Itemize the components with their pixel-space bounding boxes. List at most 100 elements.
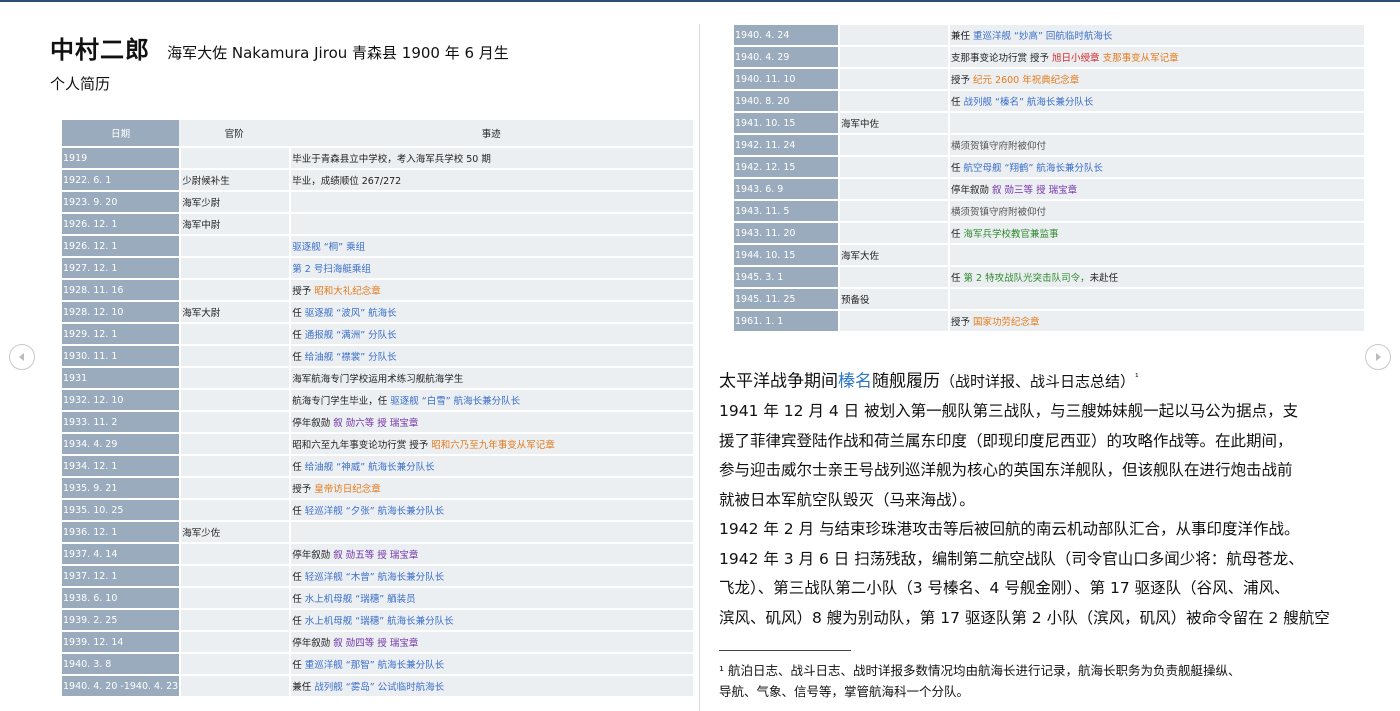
row-rank [179, 588, 290, 608]
row-event: 昭和六至九年事变论功行赏 授予 昭和六乃至九年事变从军记章 [289, 434, 693, 454]
event-segment: 停年叙勋 [951, 185, 993, 196]
row-date: 1943. 11. 20 [734, 223, 838, 243]
row-event: 任 驱逐舰 “波风” 航海长 [289, 302, 693, 322]
career-table-right: 1940. 4. 24 兼任 重巡洋舰 “妙高” 回航临时航海长 1940. 4. … [734, 23, 1364, 333]
table-row: 1926. 12. 1 驱逐舰 “桐” 乘组 [62, 236, 693, 256]
row-rank [179, 236, 290, 256]
table-row: 1937. 12. 1 任 轻巡洋舰 “木曾” 航海长兼分队长 [62, 566, 693, 586]
event-segment: 第 2 号扫海艇乘组 [292, 264, 371, 275]
event-segment: 授予 [292, 484, 315, 495]
row-rank [179, 478, 290, 498]
row-rank [179, 258, 290, 278]
row-event: 授予 皇帝访日纪念章 [289, 478, 693, 498]
row-event: 任 通报舰 “满洲” 分队长 [289, 324, 693, 344]
row-date: 1941. 10. 15 [734, 113, 838, 133]
header-rank: 官阶 [179, 120, 290, 146]
row-event: 驱逐舰 “桐” 乘组 [289, 236, 693, 256]
header-date: 日期 [62, 120, 180, 146]
row-date: 1928. 11. 16 [62, 280, 180, 300]
row-event [289, 214, 693, 234]
table-row: 1922. 6. 1 少尉候补生 毕业，成绩顺位 267/272 [62, 170, 693, 190]
row-rank: 预备役 [838, 289, 948, 309]
event-segment: 授予 [951, 317, 974, 328]
event-segment: 任 [292, 506, 305, 517]
career-rows-left: 1919 毕业于青森县立中学校，考入海军兵学校 50 期 1922. 6. 1 少尉候… [62, 148, 693, 696]
row-rank [838, 179, 948, 199]
event-segment: 昭和六乃至九年事变从军记章 [431, 440, 555, 451]
row-event: 任 给油舰 “神威” 航海长兼分队长 [289, 456, 693, 476]
next-page-button[interactable] [1365, 344, 1391, 370]
event-segment: 支那事变从军记章 [1102, 53, 1179, 64]
row-date: 1927. 12. 1 [62, 258, 180, 278]
row-event [289, 192, 693, 212]
row-event: 任 轻巡洋舰 “木曾” 航海长兼分队长 [289, 566, 693, 586]
event-segment: 海军航海专门学校运用术练习舰航海学生 [292, 374, 464, 385]
table-row: 1934. 12. 1 任 给油舰 “神威” 航海长兼分队长 [62, 456, 693, 476]
row-rank: 少尉候补生 [179, 170, 290, 190]
table-row: 1940. 4. 29 支那事变论功行赏 授予 旭日小绶章 支那事变从军记章 [734, 47, 1364, 67]
header-event: 事迹 [289, 120, 693, 146]
row-date: 1928. 12. 10 [62, 302, 180, 322]
row-event [289, 522, 693, 542]
table-row: 1923. 9. 20 海军少尉 [62, 192, 693, 212]
row-date: 1935. 10. 25 [62, 500, 180, 520]
event-segment: 驱逐舰 “波风” 航海长 [304, 308, 397, 319]
event-segment: 航空母舰 “翔鹤” 航海长兼分队长 [963, 163, 1103, 174]
row-event: 海军航海专门学校运用术练习舰航海学生 [289, 368, 693, 388]
row-rank [179, 544, 290, 564]
event-segment: 轻巡洋舰 “木曾” 航海长兼分队长 [304, 572, 445, 583]
event-segment: 纪元 2600 年祝典纪念章 [973, 75, 1080, 86]
row-rank [179, 500, 290, 520]
event-segment: 任 [951, 273, 964, 284]
ship-name-highlight: 榛名 [838, 371, 872, 392]
table-row: 1945. 11. 25 预备役 [734, 289, 1364, 309]
row-date: 1932. 12. 10 [62, 390, 180, 410]
event-segment: 国家功劳纪念章 [973, 317, 1040, 328]
row-event [948, 289, 1364, 309]
event-segment: 第 2 特攻战队光突击队司令， [963, 273, 1090, 284]
table-row: 1943. 6. 9 停年叙勋 叙 勋三等 授 瑞宝章 [734, 179, 1364, 199]
event-segment: 横须贺镇守府附被仰付 [951, 207, 1047, 218]
event-segment: 给油舰 “襟裳” 分队长 [304, 352, 397, 363]
event-segment: 停年叙勋 [292, 638, 334, 649]
event-segment: 水上机母舰 “瑞穗” 航海长兼分队长 [304, 616, 454, 627]
footnote-line: 导航、气象、信号等，掌管航海科一个分队。 [719, 684, 970, 699]
row-date: 1926. 12. 1 [62, 214, 180, 234]
event-segment: 战列舰 “榛名” 航海长兼分队长 [963, 97, 1094, 108]
event-segment: 任 [292, 572, 305, 583]
row-event: 兼任 重巡洋舰 “妙高” 回航临时航海长 [948, 25, 1364, 45]
table-row: 1940. 4. 24 兼任 重巡洋舰 “妙高” 回航临时航海长 [734, 25, 1364, 45]
table-row: 1935. 10. 25 任 轻巡洋舰 “夕张” 航海长兼分队长 [62, 500, 693, 520]
row-rank [838, 201, 948, 221]
footnote-divider [719, 650, 851, 651]
table-row: 1940. 8. 20 任 战列舰 “榛名” 航海长兼分队长 [734, 91, 1364, 111]
row-rank [179, 280, 290, 300]
row-rank: 海军少佐 [179, 522, 290, 542]
table-row: 1945. 3. 1 任 第 2 特攻战队光突击队司令，未赴任 [734, 267, 1364, 287]
article-line: 滨风、矶风）8 艘为别动队，第 17 驱逐队第 2 小队（滨风，矶风）被命令留在… [719, 608, 1330, 627]
row-event: 任 给油舰 “襟裳” 分队长 [289, 346, 693, 366]
event-segment: 驱逐舰 “白雪” 航海长兼分队长 [390, 396, 521, 407]
article-body: 太平洋战争期间榛名随舰履历（战时详报、战斗日志总结）¹ 1941 年 12 月 … [719, 364, 1359, 633]
table-row: 1942. 12. 15 任 航空母舰 “翔鹤” 航海长兼分队长 [734, 157, 1364, 177]
row-rank [179, 368, 290, 388]
row-rank [838, 311, 948, 331]
previous-page-button[interactable] [9, 344, 35, 370]
row-event: 停年叙勋 叙 勋五等 授 瑞宝章 [289, 544, 693, 564]
article-line: 1942 年 3 月 6 日 扫荡残敌，编制第二航空战队（司令官山口多闻少将：航… [719, 549, 1304, 568]
event-segment: 叙 勋四等 授 瑞宝章 [333, 638, 419, 649]
row-rank: 海军中佐 [838, 113, 948, 133]
row-date: 1936. 12. 1 [62, 522, 180, 542]
event-segment: 授予 [951, 75, 974, 86]
event-segment: 重巡洋舰 “妙高” 回航临时航海长 [973, 31, 1113, 42]
row-event [948, 245, 1364, 265]
row-date: 1961. 1. 1 [734, 311, 838, 331]
row-date: 1940. 8. 20 [734, 91, 838, 111]
row-date: 1919 [62, 148, 180, 168]
table-row: 1940. 4. 20 -1940. 4. 23 兼任 战列舰 “雾岛” 公试临时… [62, 676, 693, 696]
row-rank [838, 157, 948, 177]
right-page: 1940. 4. 24 兼任 重巡洋舰 “妙高” 回航临时航海长 1940. 4. … [701, 2, 1400, 711]
event-segment: 未赴任 [1089, 273, 1119, 284]
table-row: 1940. 3. 8 任 重巡洋舰 “那智” 航海长兼分队长 [62, 654, 693, 674]
row-rank [179, 324, 290, 344]
